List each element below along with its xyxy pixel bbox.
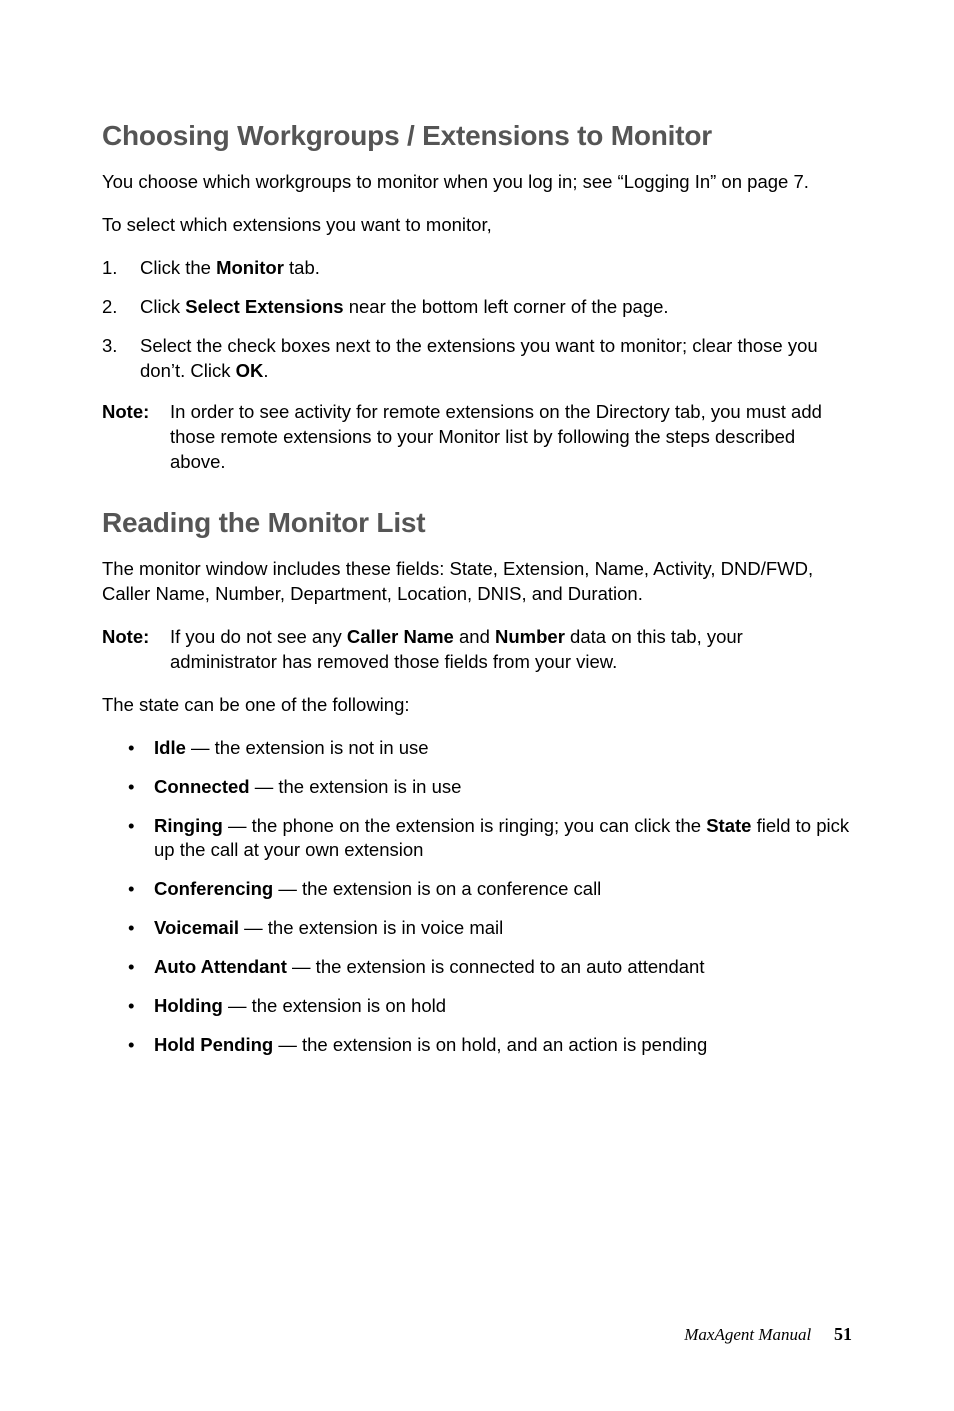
list-text: Conferencing — the extension is on a con… — [154, 877, 852, 902]
page-footer: MaxAgent Manual 51 — [684, 1324, 852, 1345]
list-text: Hold Pending — the extension is on hold,… — [154, 1033, 852, 1058]
list-item: • Auto Attendant — the extension is conn… — [102, 955, 852, 980]
note-label: Note: — [102, 400, 170, 475]
bullet-icon: • — [128, 955, 154, 980]
step-number: 3. — [102, 334, 140, 384]
list-item: • Conferencing — the extension is on a c… — [102, 877, 852, 902]
list-item: • Connected — the extension is in use — [102, 775, 852, 800]
list-item: • Ringing — the phone on the extension i… — [102, 814, 852, 864]
note-block: Note: In order to see activity for remot… — [102, 400, 852, 475]
list-item: • Hold Pending — the extension is on hol… — [102, 1033, 852, 1058]
step-item: 2. Click Select Extensions near the bott… — [102, 295, 852, 320]
list-text: Idle — the extension is not in use — [154, 736, 852, 761]
note-block-2: Note: If you do not see any Caller Name … — [102, 625, 852, 675]
list-text: Connected — the extension is in use — [154, 775, 852, 800]
page-number: 51 — [834, 1324, 852, 1344]
list-text: Holding — the extension is on hold — [154, 994, 852, 1019]
note-text: If you do not see any Caller Name and Nu… — [170, 625, 852, 675]
list-text: Voicemail — the extension is in voice ma… — [154, 916, 852, 941]
step-item: 3. Select the check boxes next to the ex… — [102, 334, 852, 384]
list-text: Ringing — the phone on the extension is … — [154, 814, 852, 864]
heading-reading: Reading the Monitor List — [102, 507, 852, 539]
list-item: • Holding — the extension is on hold — [102, 994, 852, 1019]
manual-title: MaxAgent Manual — [684, 1325, 811, 1344]
bullet-icon: • — [128, 916, 154, 941]
lead-paragraph: To select which extensions you want to m… — [102, 213, 852, 238]
list-text: Auto Attendant — the extension is connec… — [154, 955, 852, 980]
step-text: Click the Monitor tab. — [140, 256, 852, 281]
list-item: • Idle — the extension is not in use — [102, 736, 852, 761]
step-text: Click Select Extensions near the bottom … — [140, 295, 852, 320]
intro-paragraph: You choose which workgroups to monitor w… — [102, 170, 852, 195]
step-number: 2. — [102, 295, 140, 320]
step-text: Select the check boxes next to the exten… — [140, 334, 852, 384]
list-item: • Voicemail — the extension is in voice … — [102, 916, 852, 941]
bullet-icon: • — [128, 994, 154, 1019]
note-label: Note: — [102, 625, 170, 675]
bullet-icon: • — [128, 736, 154, 761]
ordered-steps: 1. Click the Monitor tab. 2. Click Selec… — [102, 256, 852, 384]
state-list: • Idle — the extension is not in use • C… — [102, 736, 852, 1059]
intro-paragraph-2: The monitor window includes these fields… — [102, 557, 852, 607]
step-number: 1. — [102, 256, 140, 281]
document-page: Choosing Workgroups / Extensions to Moni… — [0, 0, 954, 1411]
state-lead: The state can be one of the following: — [102, 693, 852, 718]
bullet-icon: • — [128, 1033, 154, 1058]
bullet-icon: • — [128, 814, 154, 864]
bullet-icon: • — [128, 877, 154, 902]
bullet-icon: • — [128, 775, 154, 800]
heading-choosing: Choosing Workgroups / Extensions to Moni… — [102, 120, 852, 152]
note-text: In order to see activity for remote exte… — [170, 400, 852, 475]
step-item: 1. Click the Monitor tab. — [102, 256, 852, 281]
